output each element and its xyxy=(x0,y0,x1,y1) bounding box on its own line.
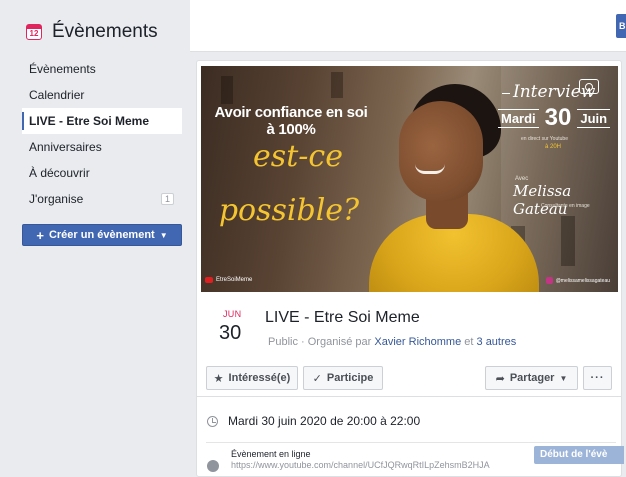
online-event-label: Évènement en ligne xyxy=(231,449,311,459)
event-subtitle: Public · Organisé par Xavier Richomme et… xyxy=(268,336,516,348)
event-time-row: Mardi 30 juin 2020 de 20:00 à 22:00 xyxy=(197,413,621,435)
divider xyxy=(206,442,616,443)
sidebar-item-decouvrir[interactable]: À découvrir xyxy=(0,160,182,186)
sidebar-item-label: J'organise xyxy=(29,192,84,206)
globe-icon xyxy=(207,460,219,472)
sidebar-item-evenements[interactable]: Évènements xyxy=(0,56,182,82)
sidebar-item-live-event[interactable]: LIVE - Etre Soi Meme xyxy=(22,108,182,134)
cover-instagram-label: @melissamelissagateau xyxy=(555,277,610,284)
cover-date: Mardi 30 Juin xyxy=(498,104,611,131)
youtube-icon xyxy=(205,277,213,283)
cover-script-line2: possible? xyxy=(218,193,360,228)
calendar-icon: 12 xyxy=(26,24,42,40)
top-action-button[interactable]: B xyxy=(616,14,626,38)
sidebar-title: Évènements xyxy=(52,21,158,42)
more-options-button[interactable]: ··· xyxy=(583,366,612,390)
sidebar-header: 12 Évènements xyxy=(0,18,190,46)
check-icon: ✓ xyxy=(312,372,322,385)
cover-channel-label: EtreSoiMeme xyxy=(216,277,253,283)
event-card: Avoir confiance en soi à 100% est-ce pos… xyxy=(196,60,622,477)
event-date-day: 30 xyxy=(219,322,242,344)
going-button[interactable]: ✓ Participe xyxy=(303,366,383,390)
create-event-label: Créer un évènement xyxy=(48,229,155,241)
background-window xyxy=(221,76,233,104)
left-sidebar: 12 Évènements Évènements Calendrier LIVE… xyxy=(0,0,190,477)
cover-headline: Avoir confiance en soi à 100% xyxy=(214,104,368,138)
cover-instagram-tag: @melissamelissagateau xyxy=(545,277,610,284)
cover-guest-name: Melissa Gateau xyxy=(513,182,572,218)
cover-guest-role: Consultante en image xyxy=(541,203,590,209)
interested-button[interactable]: ★ Intéressé(e) xyxy=(206,366,298,390)
cover-day-name: Mardi xyxy=(498,108,539,128)
sidebar-item-calendrier[interactable]: Calendrier xyxy=(0,82,182,108)
events-page: 12 Évènements Évènements Calendrier LIVE… xyxy=(0,0,626,477)
sidebar-item-anniversaires[interactable]: Anniversaires xyxy=(0,134,182,160)
cover-script-line1: est-ce xyxy=(253,139,343,174)
event-title: LIVE - Etre Soi Meme xyxy=(265,309,420,326)
chevron-down-icon: ▼ xyxy=(159,230,168,240)
interested-label: Intéressé(e) xyxy=(228,372,291,384)
cover-channel-tag: EtreSoiMeme xyxy=(205,277,252,283)
event-start-button[interactable]: Début de l'évè xyxy=(534,446,624,464)
background-window xyxy=(331,72,343,98)
count-badge: 1 xyxy=(160,193,174,205)
share-button[interactable]: ➦ Partager ▼ xyxy=(485,366,578,390)
cover-stream-note: en direct sur Youtube xyxy=(521,136,568,142)
main-content: Avoir confiance en soi à 100% est-ce pos… xyxy=(190,52,626,477)
instagram-icon xyxy=(545,277,553,284)
camera-icon xyxy=(579,79,599,94)
event-date-month: JUN xyxy=(223,309,242,319)
event-datetime: Mardi 30 juin 2020 de 20:00 à 22:00 xyxy=(228,414,421,428)
share-label: Partager xyxy=(509,372,555,384)
clock-icon xyxy=(207,416,218,427)
create-event-button[interactable]: + Créer un évènement ▼ xyxy=(22,224,182,246)
online-event-url[interactable]: https://www.youtube.com/channel/UCfJQRwq… xyxy=(231,460,490,470)
cover-month: Juin xyxy=(577,108,611,128)
organizer-link[interactable]: Xavier Richomme xyxy=(374,336,461,348)
share-arrow-icon: ➦ xyxy=(495,372,505,385)
plus-icon: + xyxy=(36,227,44,243)
event-visibility: Public · Organisé par xyxy=(268,336,372,348)
sidebar-item-organise[interactable]: J'organise 1 xyxy=(0,186,182,212)
star-icon: ★ xyxy=(213,372,224,385)
guest-photo-face xyxy=(399,101,483,201)
event-and-text: et xyxy=(464,336,474,348)
event-header: JUN 30 LIVE - Etre Soi Meme Public · Org… xyxy=(197,305,621,357)
cover-day-number: 30 xyxy=(544,104,572,131)
going-label: Participe xyxy=(326,372,374,384)
event-actions: ★ Intéressé(e) ✓ Participe ➦ Partager ▼ … xyxy=(197,363,621,397)
background-window xyxy=(561,216,575,266)
other-organizers-link[interactable]: 3 autres xyxy=(477,336,517,348)
top-bar: B xyxy=(190,0,626,52)
event-cover-image[interactable]: Avoir confiance en soi à 100% est-ce pos… xyxy=(201,66,618,292)
sidebar-nav: Évènements Calendrier LIVE - Etre Soi Me… xyxy=(0,56,190,212)
chevron-down-icon: ▼ xyxy=(559,373,568,383)
cover-time-note: à 20H xyxy=(545,144,562,150)
cover-decor-line xyxy=(502,93,510,94)
